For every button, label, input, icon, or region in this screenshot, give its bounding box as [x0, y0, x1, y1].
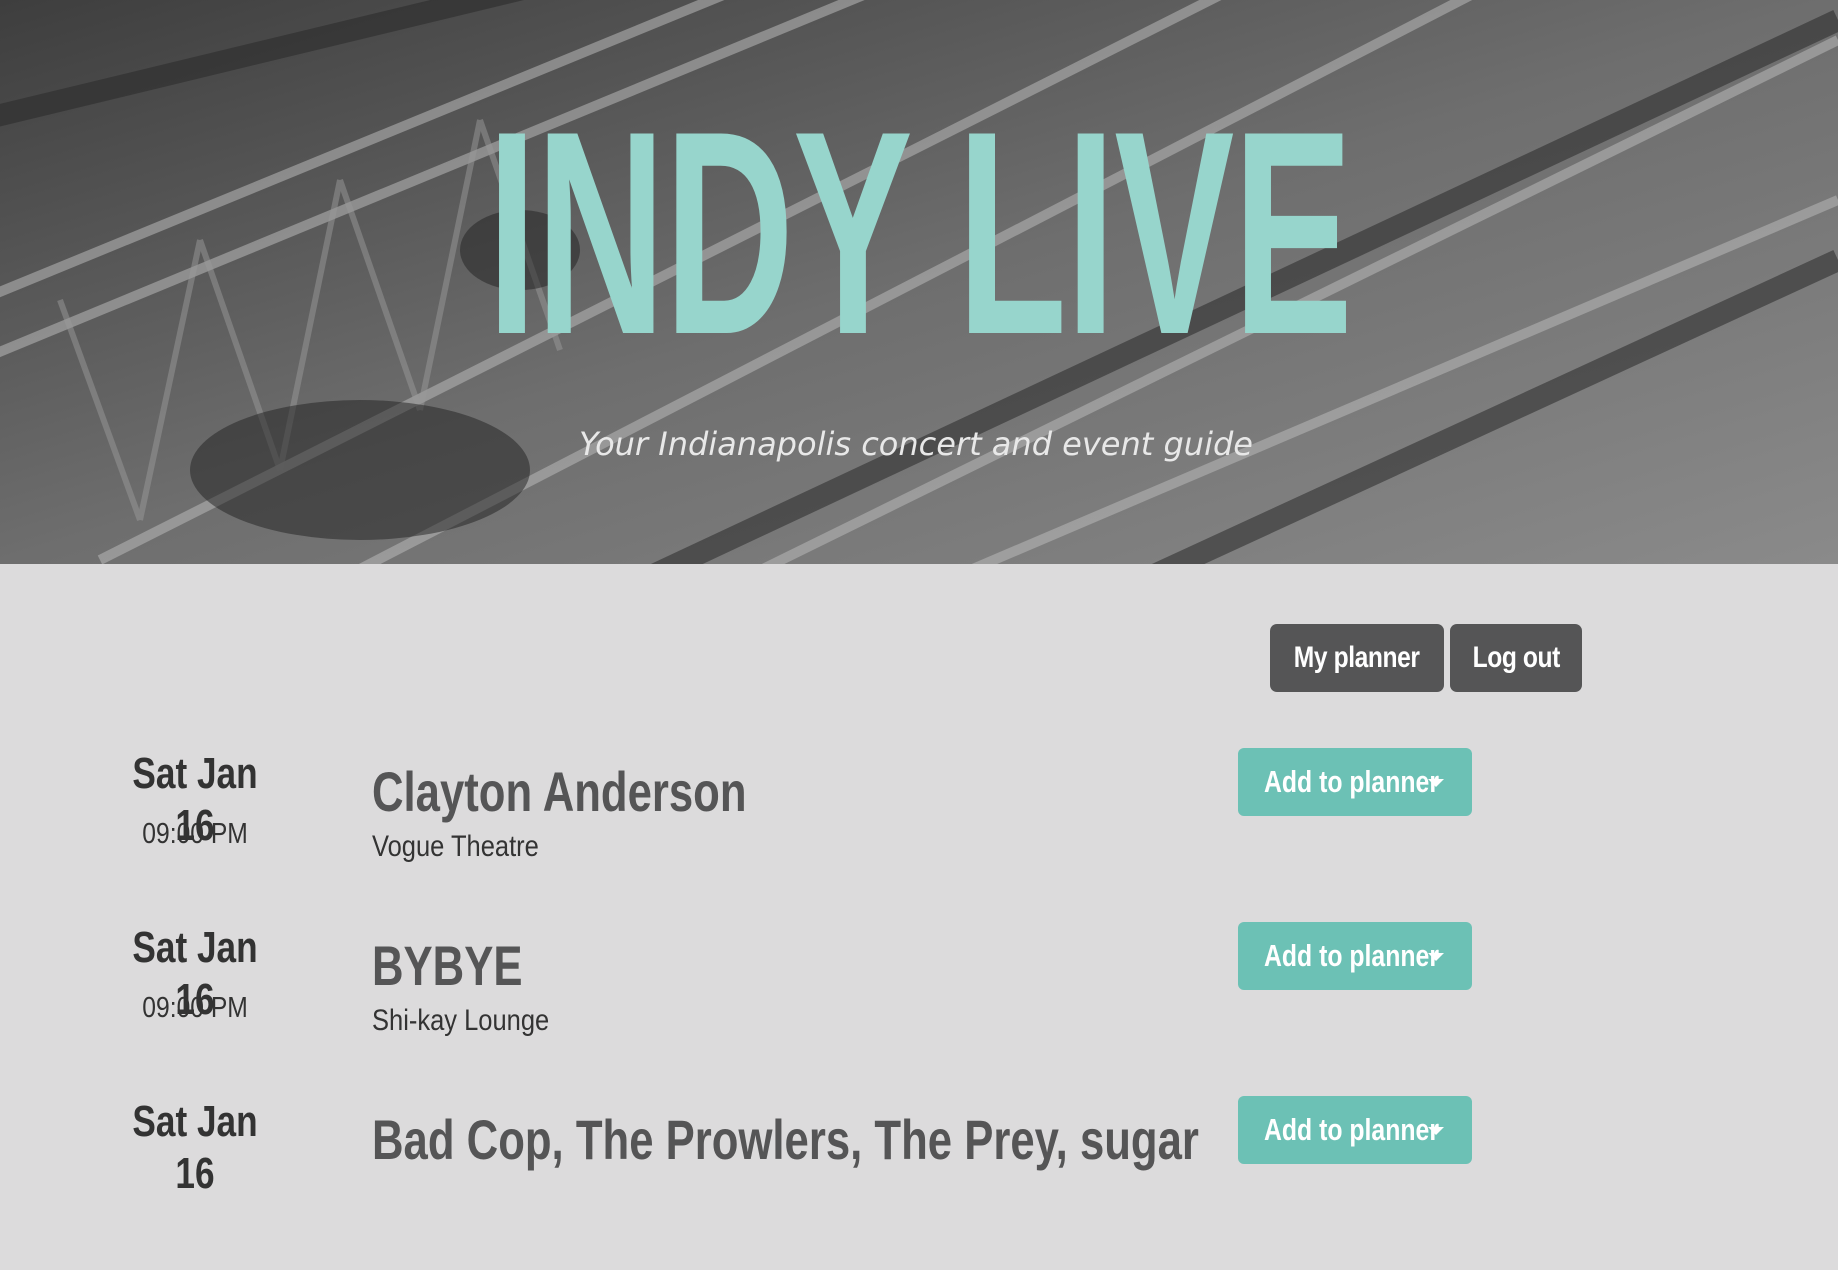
event-row: Sat Jan 16 09:00 PM Clayton Anderson Vog… [0, 748, 1838, 922]
add-to-planner-button[interactable]: Add to planner [1238, 922, 1472, 990]
log-out-label: Log out [1472, 641, 1560, 674]
event-row: Sat Jan 16 09:00 PM BYBYE Shi-kay Lounge… [0, 922, 1838, 1096]
add-to-planner-label: Add to planner [1264, 764, 1439, 799]
event-time: 09:00 PM [142, 818, 248, 850]
caret-down-icon [1428, 953, 1444, 961]
add-to-planner-button[interactable]: Add to planner [1238, 748, 1472, 816]
site-tagline: Your Indianapolis concert and event guid… [579, 425, 1253, 463]
log-out-button[interactable]: Log out [1450, 624, 1582, 692]
event-venue: Shi-kay Lounge [372, 1004, 550, 1037]
my-planner-label: My planner [1294, 641, 1420, 674]
hero-banner: INDY LIVE Your Indianapolis concert and … [0, 0, 1838, 564]
add-to-planner-label: Add to planner [1264, 1112, 1439, 1147]
caret-down-icon [1428, 779, 1444, 787]
event-date: Sat Jan 16 [132, 1097, 258, 1198]
event-time: 09:00 PM [142, 992, 248, 1024]
add-to-planner-button[interactable]: Add to planner [1238, 1096, 1472, 1164]
event-row: Sat Jan 16 Bad Cop, The Prowlers, The Pr… [0, 1096, 1838, 1270]
site-title: INDY LIVE [486, 71, 1353, 395]
add-to-planner-label: Add to planner [1264, 938, 1439, 973]
caret-down-icon [1428, 1127, 1444, 1135]
event-venue: Vogue Theatre [372, 830, 539, 863]
event-title[interactable]: BYBYE [372, 934, 565, 998]
my-planner-button[interactable]: My planner [1270, 624, 1444, 692]
event-title[interactable]: Clayton Anderson [372, 760, 852, 824]
